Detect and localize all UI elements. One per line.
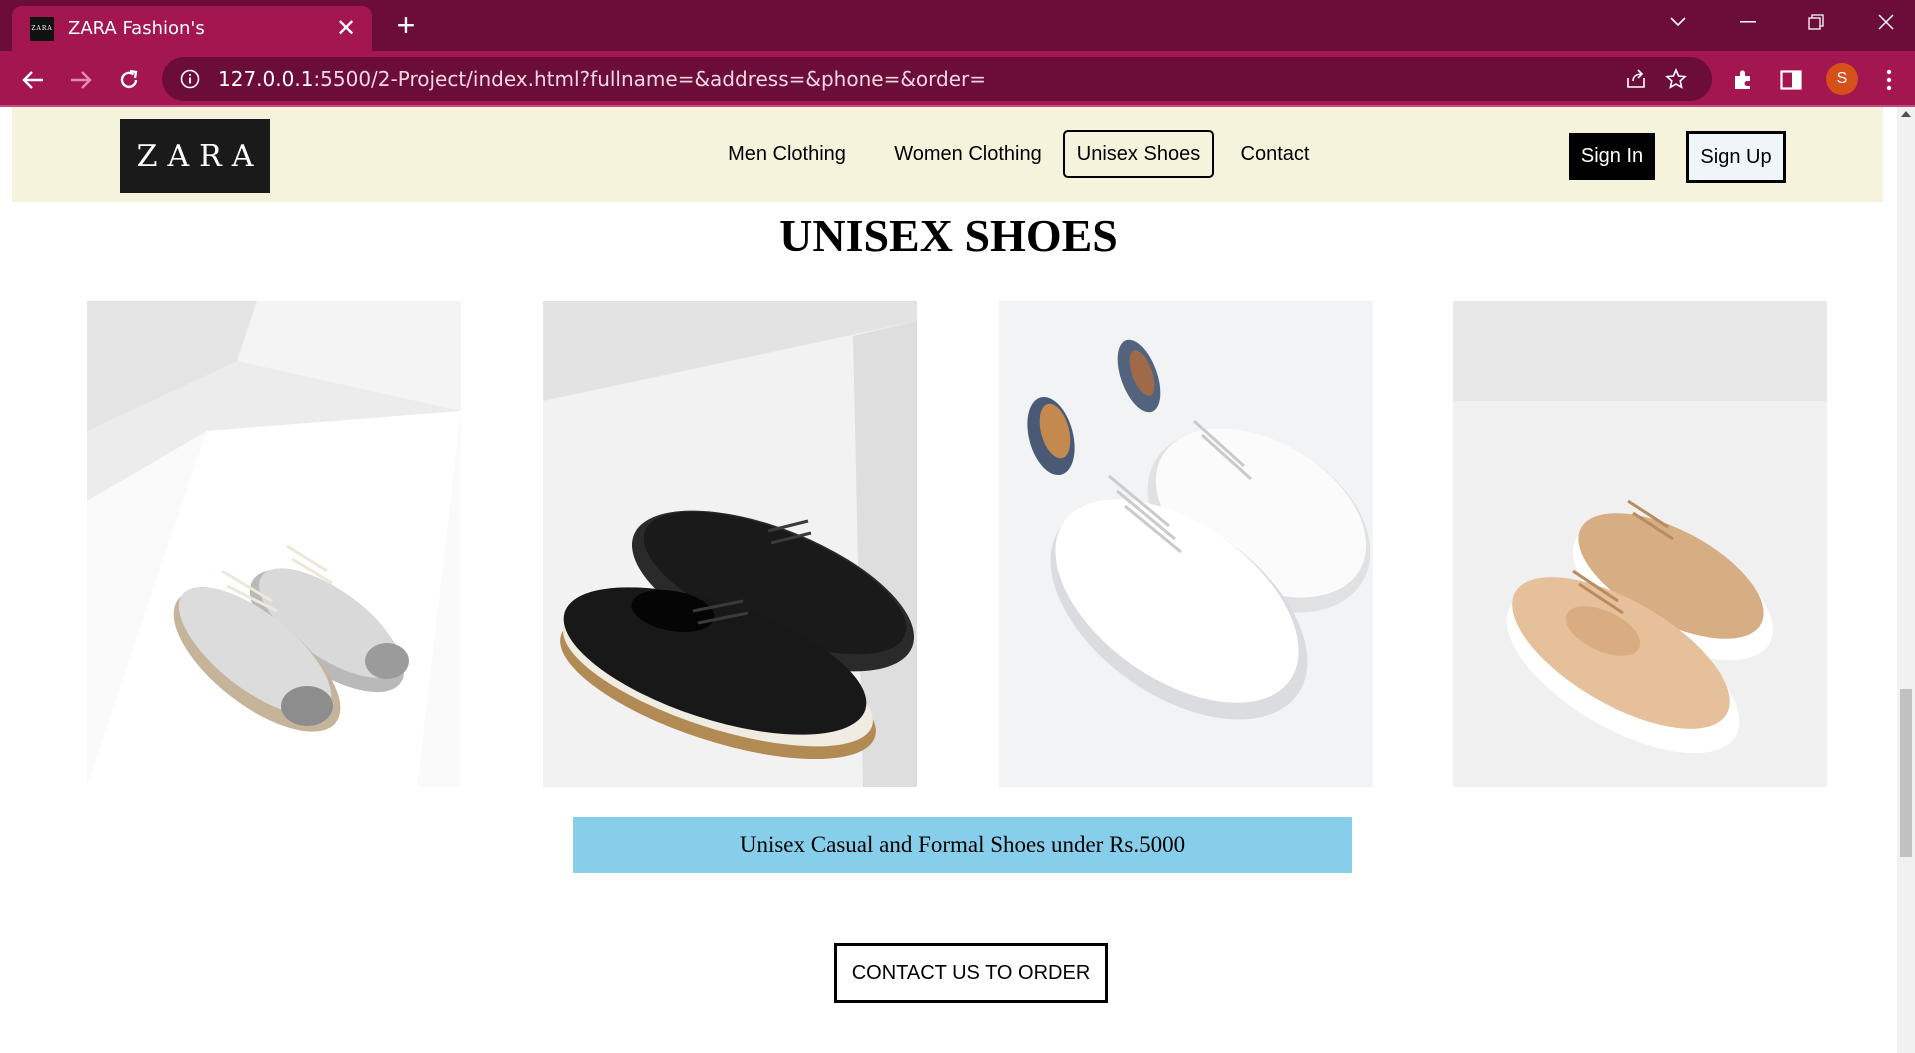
site-info-icon[interactable] xyxy=(178,67,202,91)
page-scrollbar[interactable] xyxy=(1897,107,1915,1053)
extensions-puzzle-icon[interactable] xyxy=(1726,63,1760,97)
browser-toolbar: 127.0.0.1:5500/2-Project/index.html?full… xyxy=(0,51,1915,107)
side-panel-icon[interactable] xyxy=(1774,63,1808,97)
url-text: 127.0.0.1:5500/2-Project/index.html?full… xyxy=(218,67,986,91)
white-sneakers-image xyxy=(999,301,1373,787)
url-host: 127.0.0.1 xyxy=(218,67,314,91)
close-tab-icon[interactable]: ✕ xyxy=(334,16,358,41)
scroll-up-arrow-icon[interactable] xyxy=(1901,111,1911,117)
zara-favicon-icon: ZARA xyxy=(30,16,54,41)
nav-men-clothing[interactable]: Men Clothing xyxy=(714,130,860,178)
product-card-nude-platform[interactable] xyxy=(1453,301,1827,787)
site-header: ZARA Men Clothing Women Clothing Unisex … xyxy=(12,107,1883,202)
bookmark-star-icon[interactable] xyxy=(1662,65,1690,93)
close-window-icon[interactable] xyxy=(1866,6,1906,38)
page-title: UNISEX SHOES xyxy=(779,210,1118,261)
share-icon[interactable] xyxy=(1622,65,1650,93)
promo-banner: Unisex Casual and Formal Shoes under Rs.… xyxy=(573,817,1352,873)
nav-women-clothing[interactable]: Women Clothing xyxy=(880,130,1056,178)
reload-icon[interactable] xyxy=(112,63,146,97)
menu-kebab-icon[interactable] xyxy=(1872,63,1906,97)
browser-tab-strip: ZARA ZARA Fashion's ✕ + xyxy=(0,0,1915,51)
minimize-icon[interactable] xyxy=(1728,6,1768,38)
tab-title: ZARA Fashion's xyxy=(68,18,205,39)
sign-in-button[interactable]: Sign In xyxy=(1569,133,1655,180)
address-bar[interactable]: 127.0.0.1:5500/2-Project/index.html?full… xyxy=(162,57,1712,101)
nav-unisex-shoes[interactable]: Unisex Shoes xyxy=(1063,130,1214,178)
profile-avatar[interactable]: S xyxy=(1826,63,1858,95)
new-tab-icon[interactable]: + xyxy=(390,9,422,42)
browser-tab[interactable]: ZARA ZARA Fashion's ✕ xyxy=(12,6,372,51)
tab-search-chevron-icon[interactable] xyxy=(1658,6,1698,38)
sign-up-button[interactable]: Sign Up xyxy=(1686,131,1786,183)
page-viewport: ZARA Men Clothing Women Clothing Unisex … xyxy=(0,107,1897,1053)
zara-logo[interactable]: ZARA xyxy=(120,119,270,193)
url-path: :5500/2-Project/index.html?fullname=&add… xyxy=(313,67,987,91)
nav-contact[interactable]: Contact xyxy=(1232,130,1318,178)
black-derby-shoes-image xyxy=(543,301,917,787)
back-arrow-icon[interactable] xyxy=(16,63,50,97)
forward-arrow-icon[interactable] xyxy=(64,63,98,97)
product-card-white-sneaker[interactable] xyxy=(999,301,1373,787)
silver-oxford-shoes-image xyxy=(87,301,461,787)
scrollbar-thumb[interactable] xyxy=(1900,689,1912,857)
nude-platform-shoes-image xyxy=(1453,301,1827,787)
contact-us-to-order-button[interactable]: CONTACT US TO ORDER xyxy=(834,943,1108,1003)
product-card-black-derby[interactable] xyxy=(543,301,917,787)
restore-icon[interactable] xyxy=(1796,6,1836,38)
product-card-silver-oxford[interactable] xyxy=(87,301,461,787)
